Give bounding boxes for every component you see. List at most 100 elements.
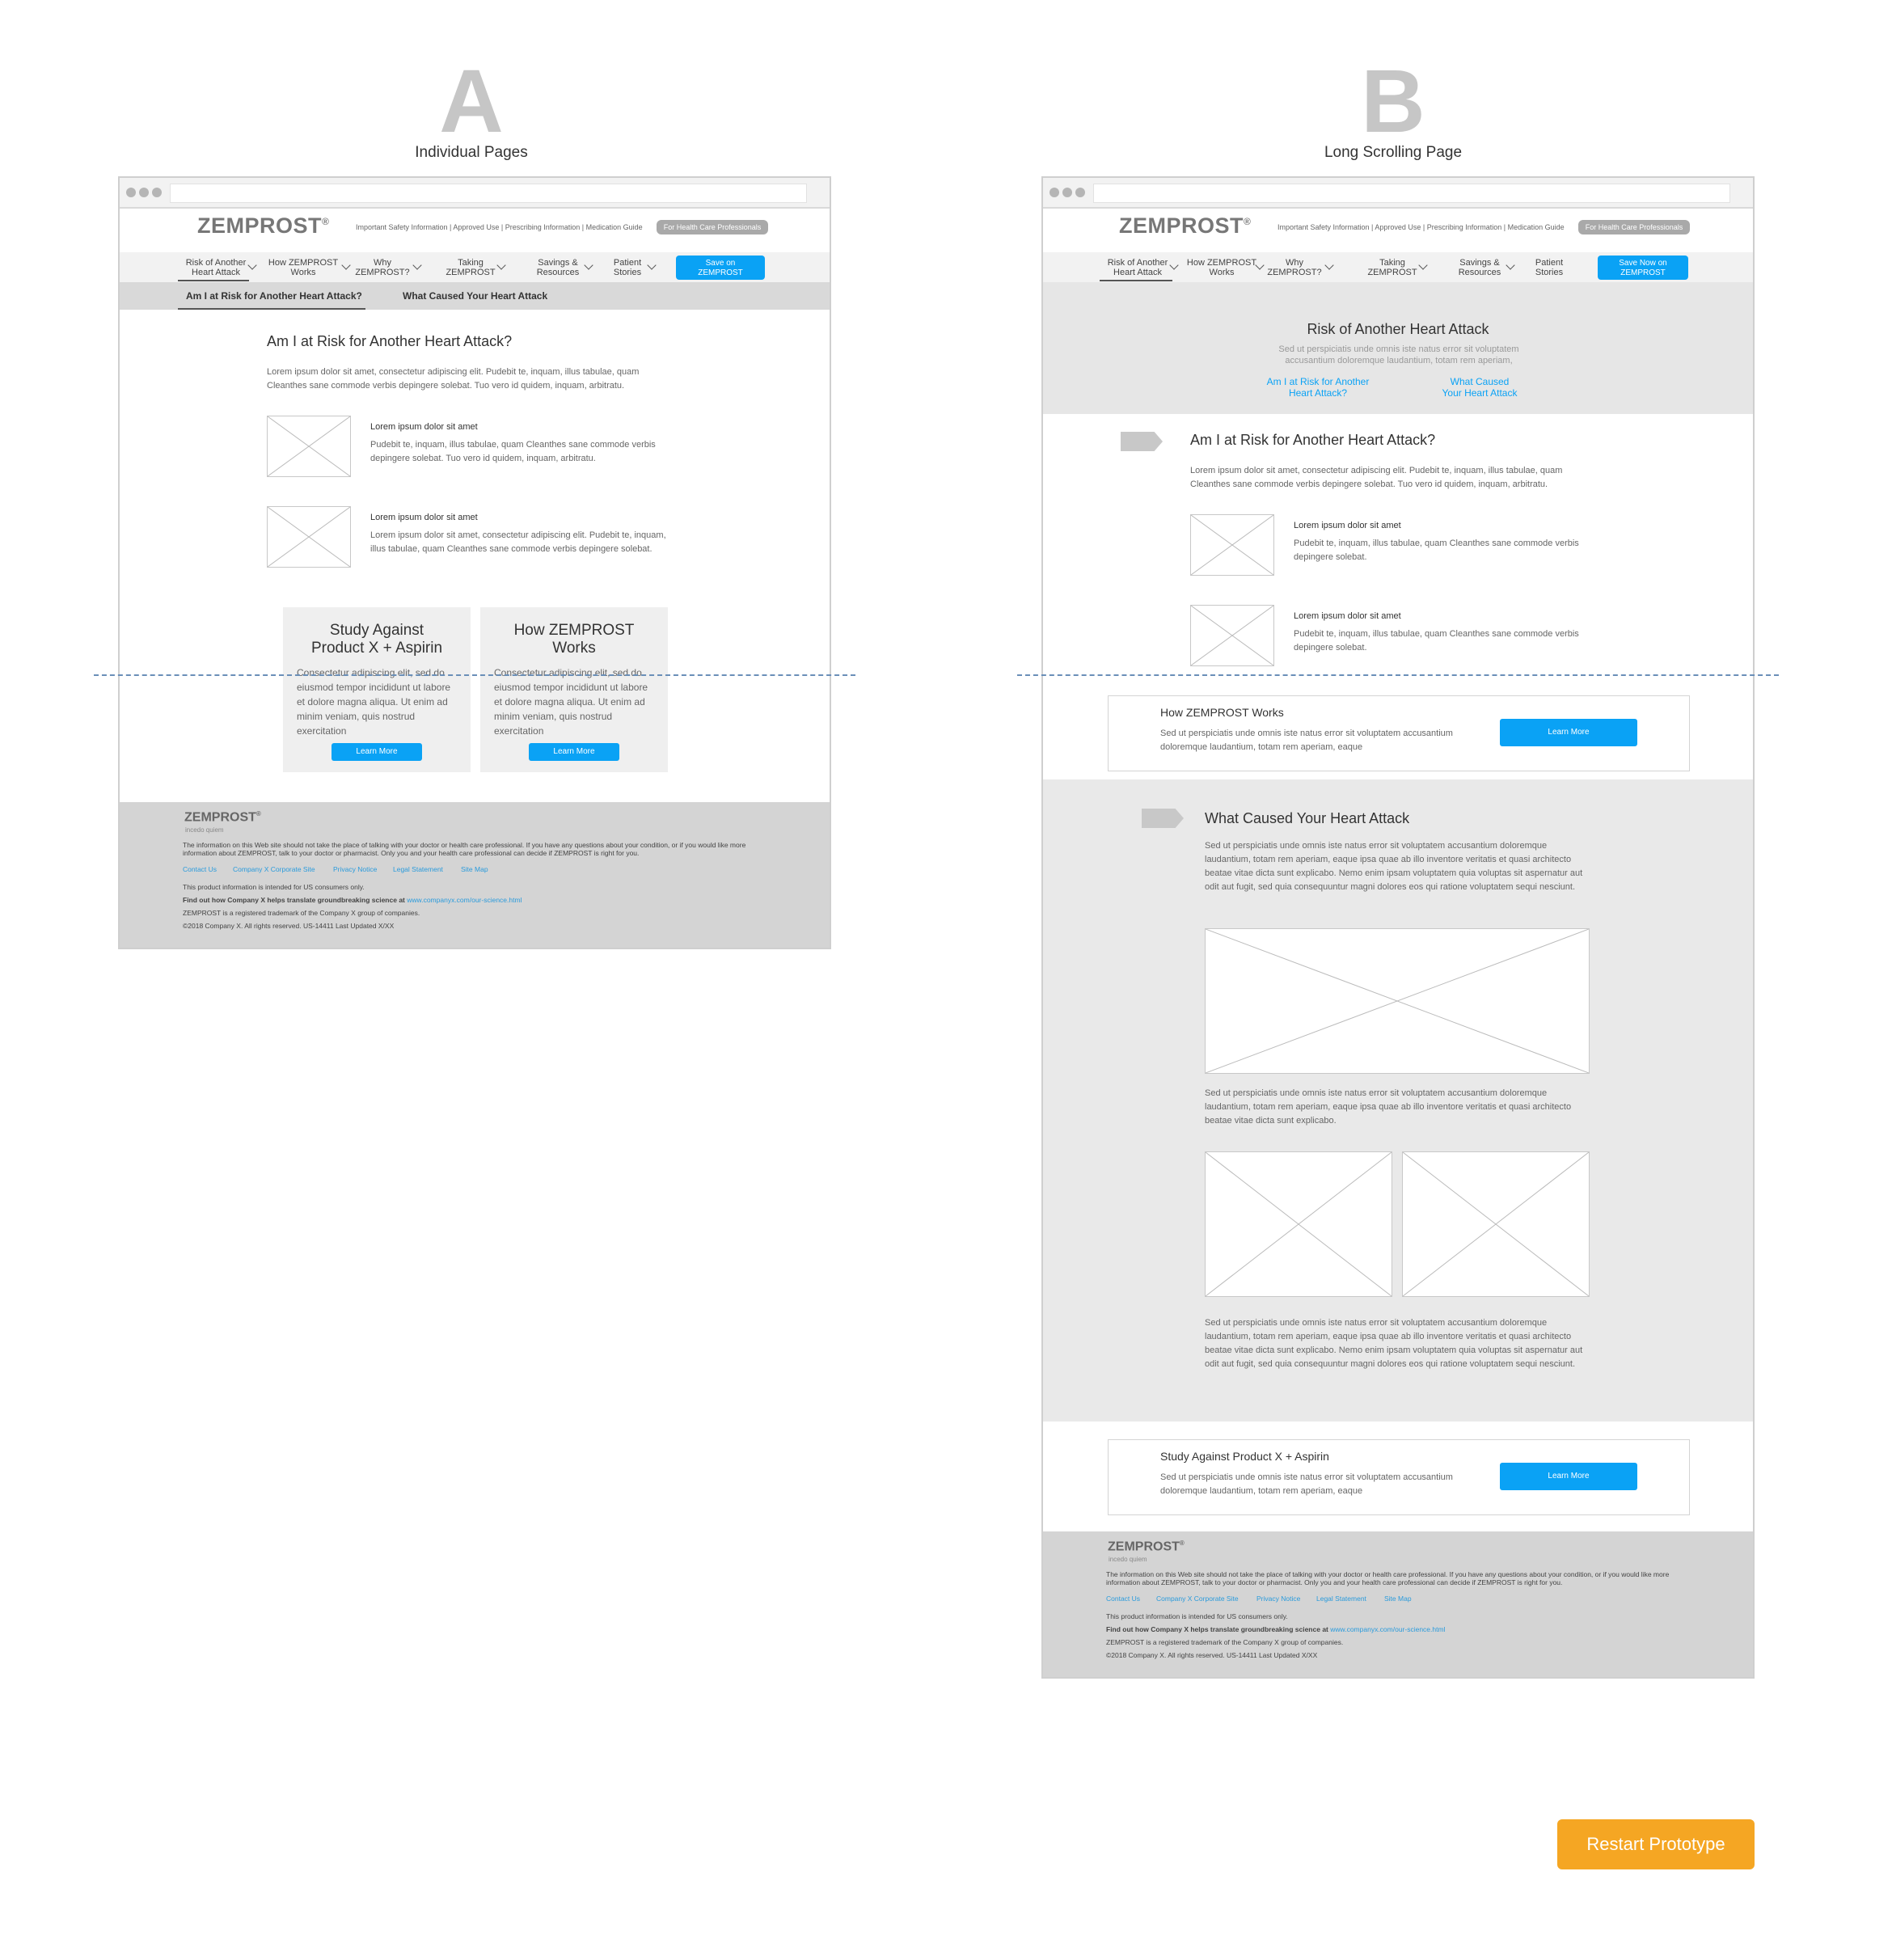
subnav-item-cause[interactable]: What Caused Your Heart Attack [403, 282, 547, 310]
learn-more-button[interactable]: Learn More [1500, 719, 1637, 746]
intro-paragraph: Lorem ipsum dolor sit amet, consectetur … [267, 367, 640, 391]
footer-link-contact[interactable]: Contact Us [183, 865, 217, 873]
site-logo[interactable]: ZEMPROST® [1119, 213, 1251, 239]
save-cta-button[interactable]: Save on ZEMPROST [676, 256, 765, 280]
hero-text: Sed ut perspiciatis unde omnis iste natu… [1278, 344, 1519, 365]
browser-frame-b: ZEMPROST® Important Safety Information |… [1041, 176, 1755, 1679]
url-bar[interactable] [1093, 184, 1730, 203]
restart-prototype-button[interactable]: Restart Prototype [1557, 1819, 1755, 1869]
section-marker-icon [1142, 809, 1184, 828]
section-paragraph: Sed ut perspiciatis unde omnis iste natu… [1205, 1088, 1572, 1126]
image-placeholder [1205, 1151, 1392, 1297]
footer-tagline: incedo quiem [185, 826, 224, 834]
hero-link-cause[interactable]: What Caused Your Heart Attack [1407, 376, 1552, 399]
main-nav: Risk of Another Heart Attack How ZEMPROST… [1043, 252, 1753, 282]
footer-science-link[interactable]: www.companyx.com/our-science.html [407, 896, 522, 904]
footer-us-only: This product information is intended for… [183, 883, 365, 891]
footer-link-privacy[interactable]: Privacy Notice [1256, 1595, 1300, 1603]
footer-science-link[interactable]: www.companyx.com/our-science.html [1330, 1625, 1445, 1633]
browser-chrome [120, 178, 830, 209]
footer-trademark: ZEMPROST is a registered trademark of th… [1106, 1638, 1344, 1646]
window-dot [1075, 188, 1085, 197]
chevron-down-icon [412, 260, 422, 270]
promo-card-study: Study Against Product X + Aspirin Consec… [283, 607, 471, 772]
learn-more-button[interactable]: Learn More [529, 743, 619, 761]
window-dot [126, 188, 136, 197]
save-cta-button[interactable]: Save Now on ZEMPROST [1598, 256, 1688, 280]
footer-link-sitemap[interactable]: Site Map [1384, 1595, 1412, 1603]
subnav-item-risk[interactable]: Am I at Risk for Another Heart Attack? [186, 282, 362, 310]
image-placeholder [267, 506, 351, 568]
main-nav: Risk of Another Heart Attack How ZEMPROST… [120, 252, 830, 282]
footer-logo: ZEMPROST® [1108, 1540, 1185, 1554]
item-text: Pudebit te, inquam, illus tabulae, quam … [1294, 539, 1579, 562]
window-dot [152, 188, 162, 197]
item-title: Lorem ipsum dolor sit amet [370, 422, 478, 432]
learn-more-button[interactable]: Learn More [1500, 1463, 1637, 1490]
section-paragraph: Sed ut perspiciatis unde omnis iste natu… [1205, 1318, 1583, 1369]
fold-line-a [94, 674, 855, 676]
image-placeholder [1190, 514, 1274, 576]
fold-line-b [1017, 674, 1779, 676]
variant-b-caption: Long Scrolling Page [1324, 144, 1463, 161]
active-underline [178, 308, 365, 310]
nav-item-how-works[interactable]: How ZEMPROST Works [267, 258, 340, 277]
footer-link-corporate[interactable]: Company X Corporate Site [1156, 1595, 1239, 1603]
sub-nav: Am I at Risk for Another Heart Attack? W… [120, 282, 830, 310]
nav-item-risk[interactable]: Risk of Another Heart Attack [179, 258, 252, 277]
site-footer: ZEMPROST® incedo quiem The information o… [1043, 1531, 1753, 1677]
active-underline [178, 280, 249, 281]
variant-a-caption: Individual Pages [415, 144, 528, 161]
utility-links[interactable]: Important Safety Information | Approved … [1278, 223, 1565, 231]
item-title: Lorem ipsum dolor sit amet [370, 513, 478, 522]
window-dot [139, 188, 149, 197]
nav-item-why[interactable]: Why ZEMPROST? [1266, 258, 1323, 277]
browser-frame-a: ZEMPROST® Important Safety Information |… [118, 176, 831, 949]
nav-item-savings[interactable]: Savings & Resources [526, 258, 590, 277]
section-heading: What Caused Your Heart Attack [1205, 810, 1410, 826]
footer-copyright: ©2018 Company X. All rights reserved. US… [1106, 1651, 1318, 1659]
footer-link-legal[interactable]: Legal Statement [1316, 1595, 1366, 1603]
nav-item-savings[interactable]: Savings & Resources [1447, 258, 1512, 277]
page-heading: Am I at Risk for Another Heart Attack? [267, 333, 513, 349]
learn-more-button[interactable]: Learn More [332, 743, 422, 761]
section-marker-icon [1121, 432, 1163, 451]
nav-item-why[interactable]: Why ZEMPROST? [354, 258, 411, 277]
variant-b-letter: B [1361, 52, 1425, 151]
footer-link-corporate[interactable]: Company X Corporate Site [233, 865, 315, 873]
promo-box-how-works: How ZEMPROST Works Sed ut perspiciatis u… [1108, 695, 1690, 771]
item-title: Lorem ipsum dolor sit amet [1294, 611, 1401, 621]
card-text: Consectetur adipiscing elit, sed do eius… [494, 667, 648, 737]
window-dot [1049, 188, 1059, 197]
site-logo[interactable]: ZEMPROST® [197, 213, 329, 239]
nav-item-taking[interactable]: Taking ZEMPROST [1360, 258, 1425, 277]
nav-item-taking[interactable]: Taking ZEMPROST [438, 258, 503, 277]
promo-title: How ZEMPROST Works [1160, 706, 1284, 719]
image-placeholder [267, 416, 351, 477]
hcp-button[interactable]: For Health Care Professionals [657, 220, 768, 234]
url-bar[interactable] [170, 184, 807, 203]
image-placeholder [1205, 928, 1590, 1074]
utility-links[interactable]: Important Safety Information | Approved … [356, 223, 643, 231]
promo-text: Sed ut perspiciatis unde omnis iste natu… [1160, 729, 1453, 752]
hcp-button[interactable]: For Health Care Professionals [1578, 220, 1690, 234]
nav-item-stories[interactable]: Patient Stories [603, 258, 652, 277]
hero-link-risk[interactable]: Am I at Risk for Another Heart Attack? [1245, 376, 1391, 399]
footer-us-only: This product information is intended for… [1106, 1612, 1288, 1620]
nav-item-how-works[interactable]: How ZEMPROST Works [1185, 258, 1258, 277]
promo-title: Study Against Product X + Aspirin [1160, 1450, 1329, 1463]
footer-copyright: ©2018 Company X. All rights reserved. US… [183, 922, 395, 930]
nav-item-risk[interactable]: Risk of Another Heart Attack [1101, 258, 1174, 277]
hero-section: Risk of Another Heart Attack Sed ut pers… [1043, 282, 1753, 414]
cause-section: What Caused Your Heart Attack Sed ut per… [1043, 779, 1753, 1421]
card-text: Consectetur adipiscing elit, sed do eius… [297, 667, 451, 737]
footer-link-contact[interactable]: Contact Us [1106, 1595, 1140, 1603]
item-text: Pudebit te, inquam, illus tabulae, quam … [370, 440, 656, 463]
footer-link-privacy[interactable]: Privacy Notice [333, 865, 377, 873]
footer-disclaimer: The information on this Web site should … [1106, 1570, 1670, 1586]
footer-science: Find out how Company X helps translate g… [183, 896, 522, 904]
footer-link-legal[interactable]: Legal Statement [393, 865, 443, 873]
nav-item-stories[interactable]: Patient Stories [1525, 258, 1573, 277]
card-title: Study Against Product X + Aspirin [310, 622, 443, 657]
footer-link-sitemap[interactable]: Site Map [461, 865, 488, 873]
